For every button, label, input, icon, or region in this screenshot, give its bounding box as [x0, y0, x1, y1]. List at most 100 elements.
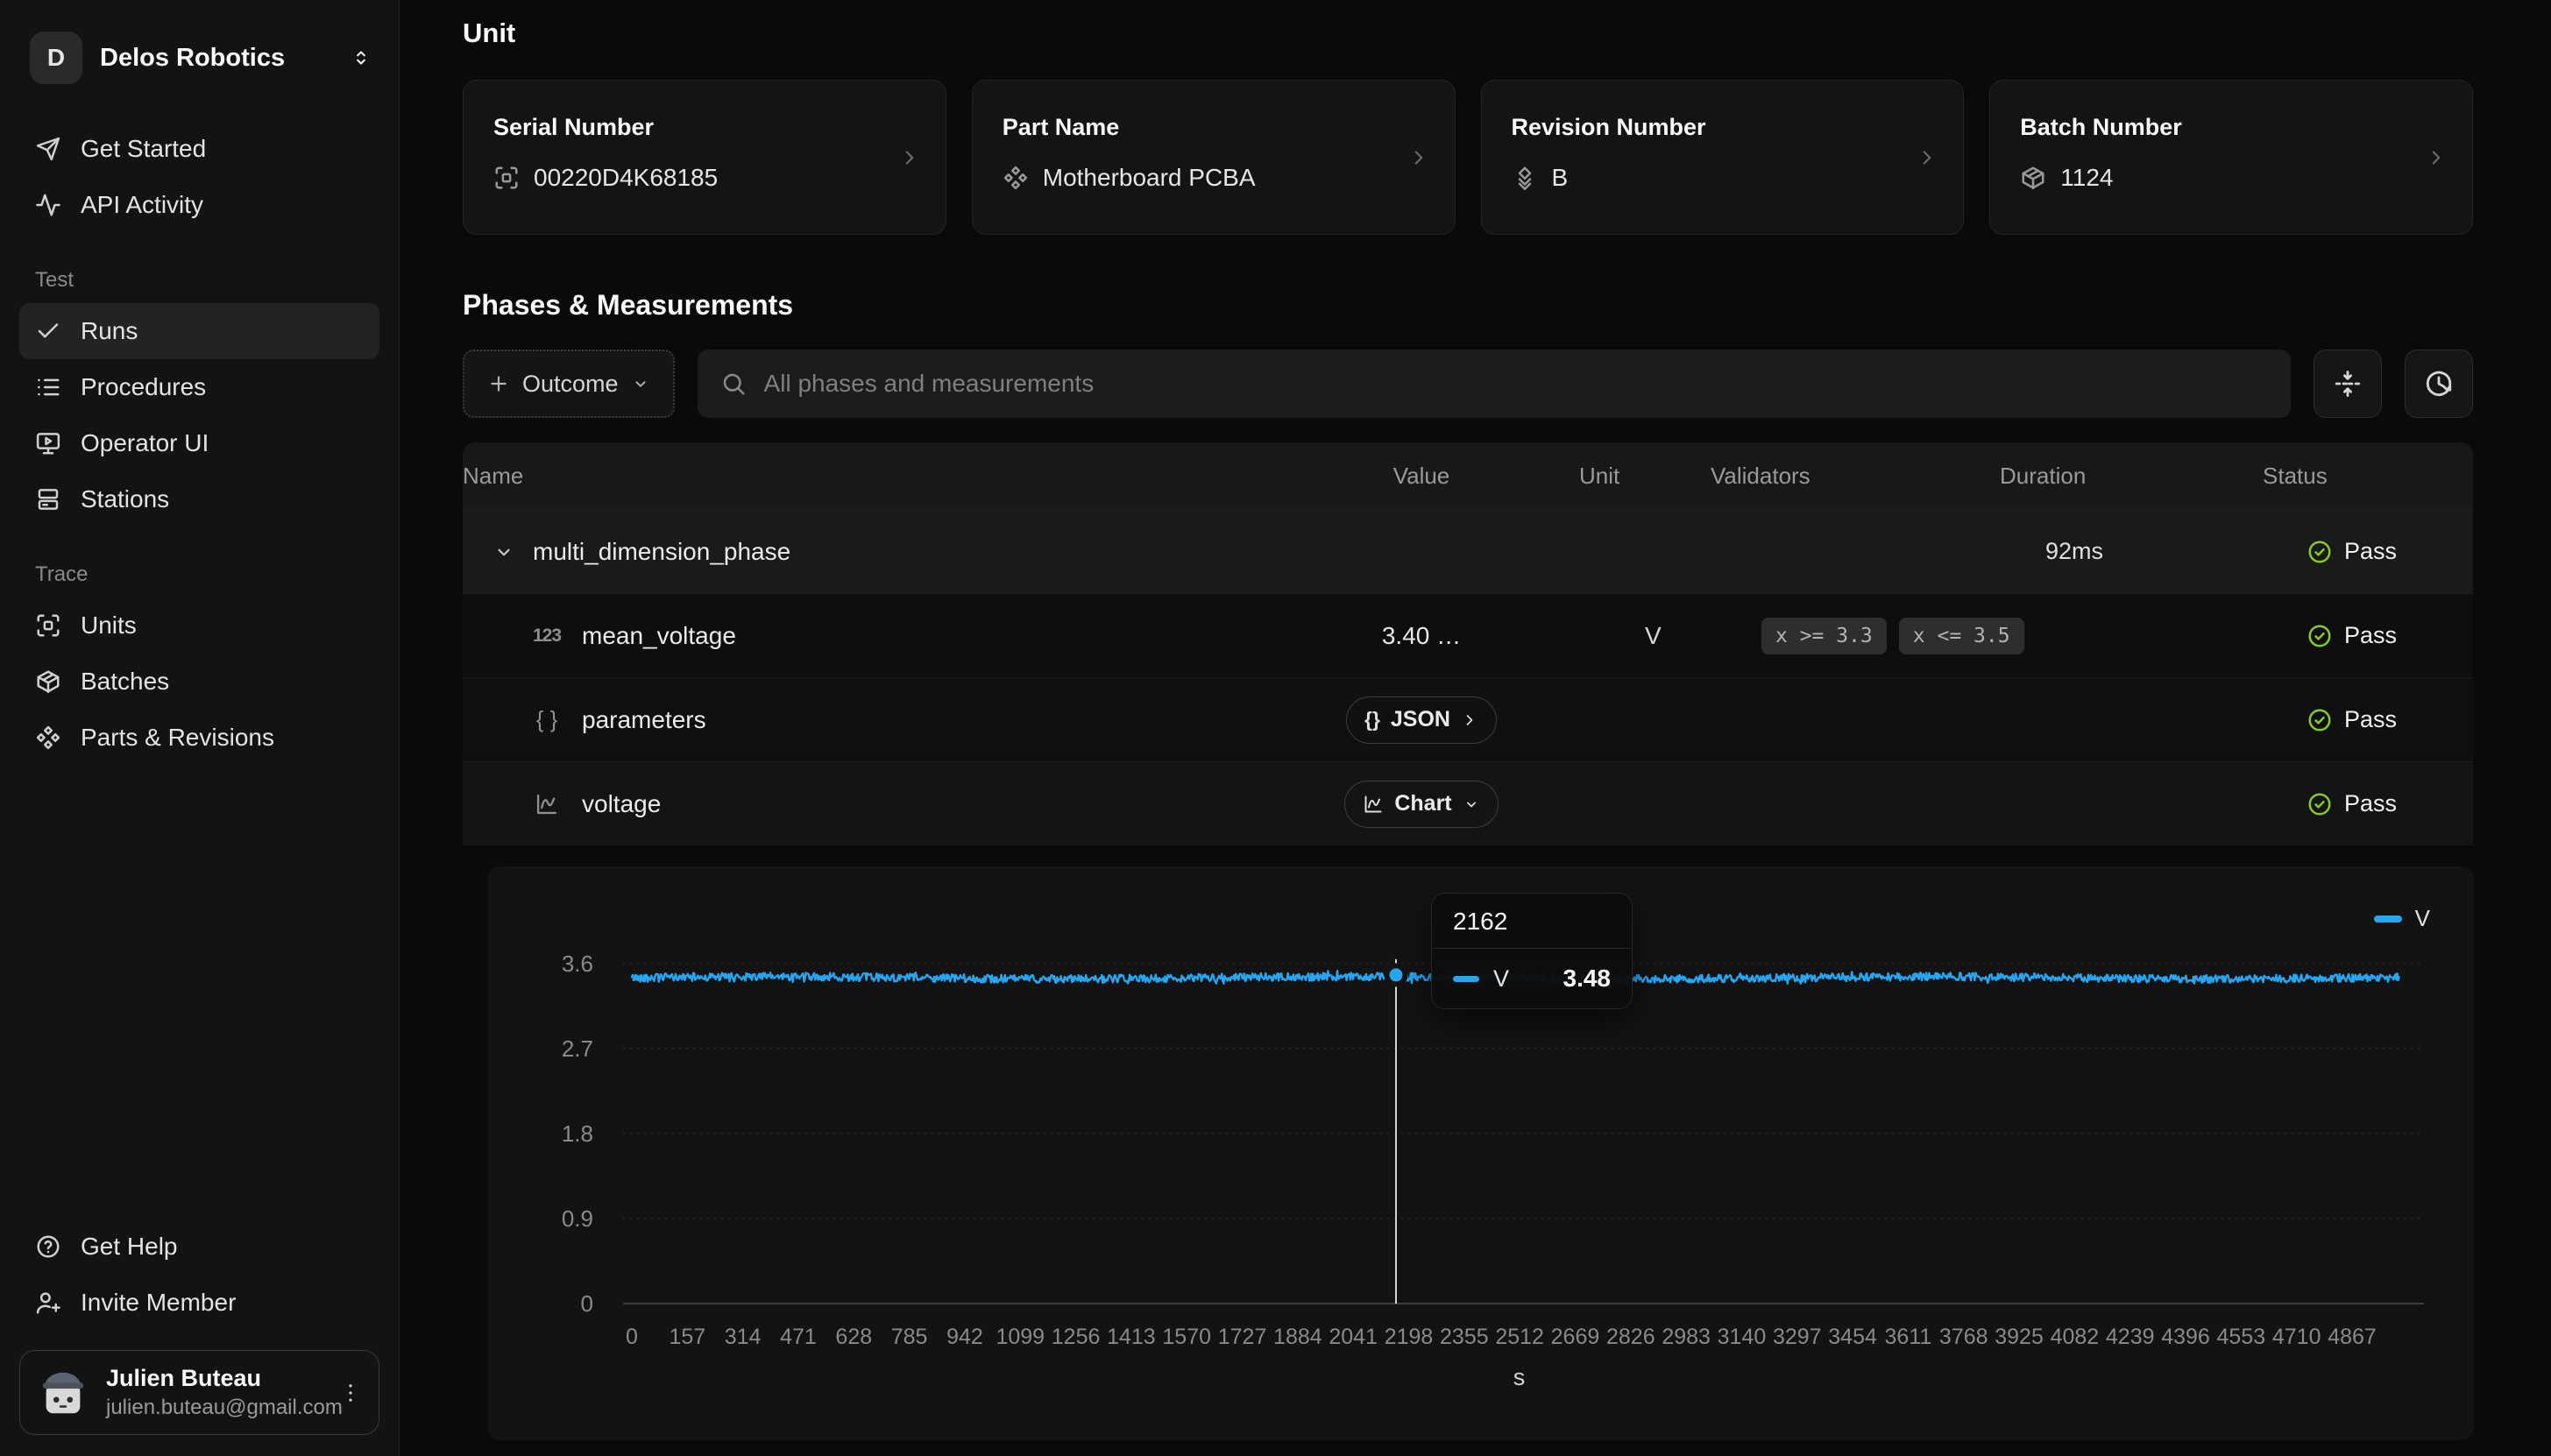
pass-status-icon: [2307, 623, 2333, 649]
x-tick-label: 1570: [1162, 1325, 1211, 1349]
sidebar-item-procedures[interactable]: Procedures: [19, 359, 379, 415]
x-tick-label: 3768: [1939, 1325, 1988, 1349]
button-label: JSON: [1391, 707, 1450, 732]
table-row-voltage[interactable]: voltageChartPass: [463, 761, 2473, 845]
legend-series-dash: [2374, 915, 2402, 922]
nav-footer: Get HelpInvite Member: [19, 1219, 379, 1331]
sidebar-item-batches[interactable]: Batches: [19, 654, 379, 710]
column-header-unit: Unit: [1579, 463, 1711, 490]
package-icon: [2020, 165, 2046, 191]
x-tick-label: 942: [946, 1325, 983, 1349]
row-duration: 92ms: [2000, 538, 2263, 565]
clock-history-icon: [2424, 369, 2454, 399]
user-card[interactable]: Julien Buteau julien.buteau@gmail.com: [19, 1350, 379, 1435]
x-tick-label: 2041: [1329, 1325, 1378, 1349]
main-content: Unit Serial Number00220D4K68185Part Name…: [400, 0, 2551, 1456]
x-tick-label: 314: [725, 1325, 762, 1349]
x-tick-label: 1099: [996, 1325, 1045, 1349]
y-tick-label: 2.7: [562, 1035, 593, 1062]
table-header: NameValueUnitValidatorsDurationStatus: [463, 442, 2473, 509]
voltage-chart-panel: 00.91.82.73.6015731447162878594210991256…: [488, 866, 2474, 1440]
braces-icon: {}: [1364, 708, 1380, 732]
fold-vertical-icon: [2333, 369, 2363, 399]
collapse-all-button[interactable]: [2314, 350, 2382, 418]
sidebar-item-stations[interactable]: Stations: [19, 471, 379, 527]
package-icon: [35, 668, 61, 695]
x-tick-label: 3925: [1995, 1325, 2044, 1349]
column-header-validators: Validators: [1711, 463, 2000, 490]
user-avatar: [36, 1366, 90, 1420]
sidebar-item-get-started[interactable]: Get Started: [19, 121, 379, 177]
search-icon: [720, 371, 747, 397]
nav-primary: Get Started API Activity: [19, 121, 379, 233]
card-value: Motherboard PCBA: [1043, 164, 1256, 192]
sidebar-item-units[interactable]: Units: [19, 597, 379, 654]
y-tick-label: 0: [581, 1290, 593, 1317]
sidebar-item-get-help[interactable]: Get Help: [19, 1219, 379, 1275]
unit-card-batch-number[interactable]: Batch Number1124: [1989, 80, 2473, 235]
x-tick-label: 628: [835, 1325, 872, 1349]
sidebar-item-label: Runs: [81, 317, 138, 345]
table-row-mean_voltage[interactable]: 123mean_voltage3.40 …Vx >= 3.3x <= 3.5Pa…: [463, 593, 2473, 677]
user-email: julien.buteau@gmail.com: [106, 1396, 322, 1420]
unit-card-revision-number[interactable]: Revision NumberB: [1481, 80, 1965, 235]
y-tick-label: 3.6: [562, 951, 593, 977]
help-circle-icon: [35, 1233, 61, 1260]
validator-badge: x >= 3.3: [1761, 618, 1887, 654]
x-tick-label: 1256: [1052, 1325, 1101, 1349]
chart-selector-button[interactable]: Chart: [1344, 781, 1498, 828]
x-tick-label: 4553: [2217, 1325, 2266, 1349]
sidebar-item-invite-member[interactable]: Invite Member: [19, 1275, 379, 1331]
pass-status-icon: [2307, 791, 2333, 817]
unit-card-part-name[interactable]: Part NameMotherboard PCBA: [972, 80, 1456, 235]
sidebar-item-label: Operator UI: [81, 429, 209, 457]
row-status: Pass: [2344, 790, 2397, 817]
row-status: Pass: [2344, 538, 2397, 565]
outcome-label: Outcome: [522, 371, 619, 398]
sidebar-item-parts-revisions[interactable]: Parts & Revisions: [19, 710, 379, 766]
phases-toolbar: Outcome: [463, 350, 2473, 418]
x-tick-label: 2983: [1662, 1325, 1711, 1349]
sidebar-item-api-activity[interactable]: API Activity: [19, 177, 379, 233]
json-viewer-button[interactable]: {} JSON: [1346, 696, 1497, 744]
phases-table: NameValueUnitValidatorsDurationStatus mu…: [463, 442, 2473, 845]
user-name: Julien Buteau: [106, 1365, 322, 1392]
chevron-right-icon: [1407, 146, 1430, 169]
y-tick-label: 1.8: [562, 1120, 593, 1147]
unit-card-serial-number[interactable]: Serial Number00220D4K68185: [463, 80, 946, 235]
table-row-parameters[interactable]: { }parameters{}JSONPass: [463, 677, 2473, 761]
user-plus-icon: [35, 1290, 61, 1316]
component-icon: [1003, 165, 1029, 191]
list-icon: [35, 374, 61, 400]
x-tick-label: 0: [626, 1325, 638, 1349]
search-input[interactable]: [764, 370, 2268, 398]
x-tick-label: 3297: [1773, 1325, 1822, 1349]
search-box: [698, 350, 2291, 418]
kebab-menu-icon[interactable]: [338, 1381, 363, 1405]
highlighted-data-point: [1386, 965, 1405, 984]
x-tick-label: 4082: [2051, 1325, 2100, 1349]
x-tick-label: 4396: [2161, 1325, 2210, 1349]
column-header-name: Name: [463, 463, 1264, 490]
x-tick-label: 4239: [2106, 1325, 2155, 1349]
sidebar-item-operator-ui[interactable]: Operator UI: [19, 415, 379, 471]
chart-legend: V: [2374, 905, 2430, 932]
x-tick-label: 157: [669, 1325, 705, 1349]
table-row-multi_dimension_phase[interactable]: multi_dimension_phase92msPass: [463, 509, 2473, 593]
x-tick-label: 4710: [2272, 1325, 2321, 1349]
component-icon: [35, 724, 61, 751]
outcome-filter-button[interactable]: Outcome: [463, 350, 675, 418]
sidebar-item-label: API Activity: [81, 191, 203, 219]
row-name: parameters: [582, 706, 706, 734]
y-tick-label: 0.9: [562, 1205, 593, 1232]
x-tick-label: 3140: [1718, 1325, 1767, 1349]
history-button[interactable]: [2405, 350, 2473, 418]
sidebar-item-runs[interactable]: Runs: [19, 303, 379, 359]
workspace-switcher[interactable]: D Delos Robotics: [19, 25, 379, 91]
tooltip-series-dash: [1453, 976, 1479, 982]
card-value: B: [1552, 164, 1569, 192]
x-tick-label: 1884: [1273, 1325, 1322, 1349]
chart-measurement-icon: [529, 792, 564, 816]
row-expand-chevron-icon[interactable]: [492, 541, 515, 563]
plus-icon: [487, 372, 510, 395]
